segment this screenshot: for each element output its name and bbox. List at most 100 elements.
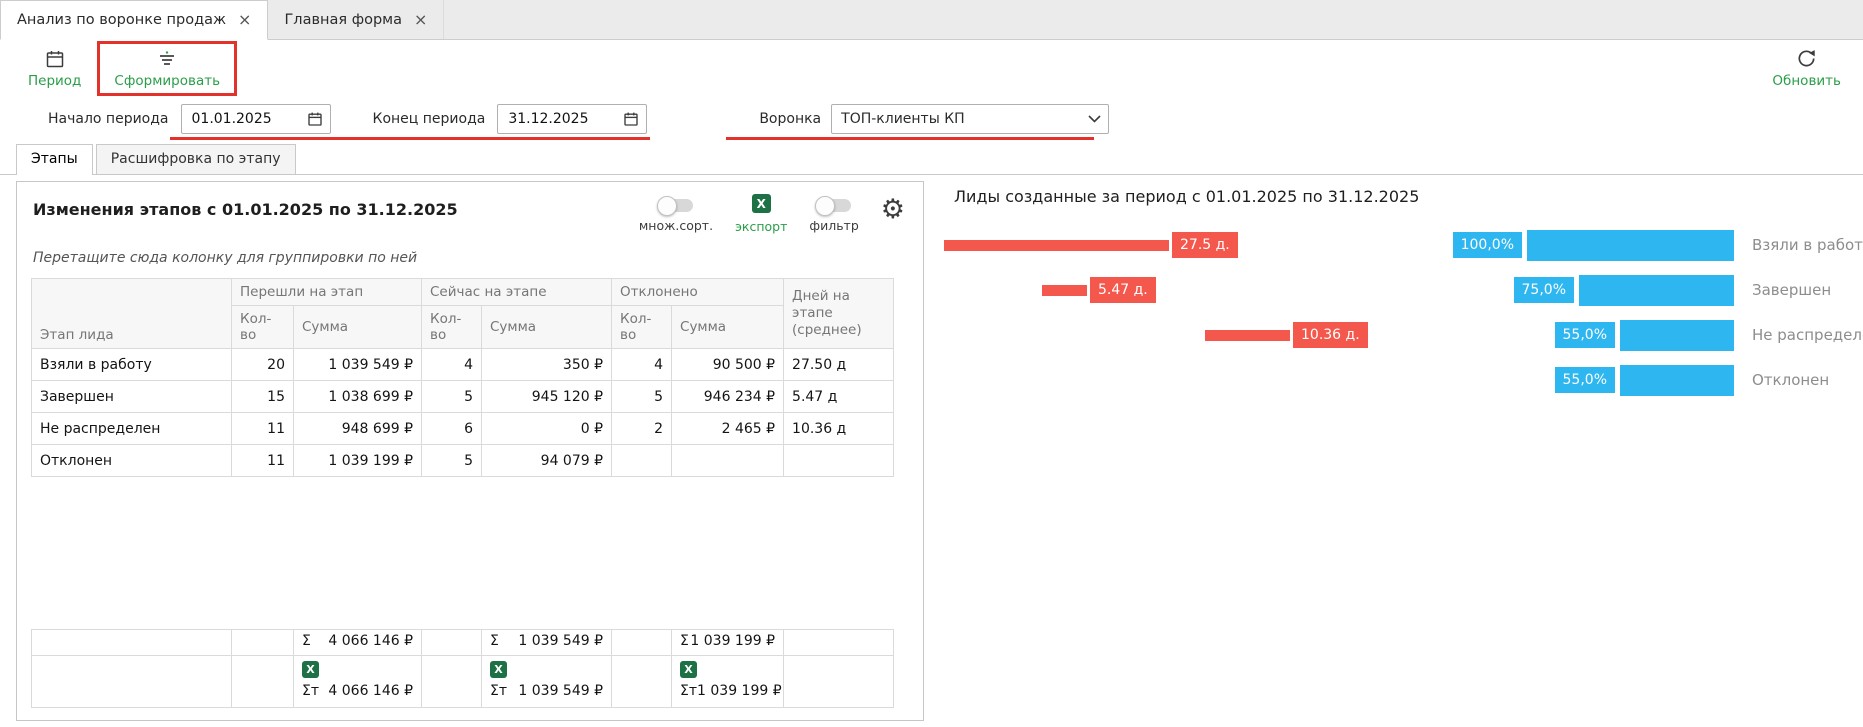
leads-chart: 27.5 д. 100,0% Взяли в работу 5.47 д. 75… — [940, 230, 1860, 396]
column-header-count[interactable]: Кол-во — [232, 306, 294, 349]
category-label: Отклонен — [1752, 365, 1829, 396]
window-tab-label: Главная форма — [284, 12, 402, 28]
table-row[interactable]: Взяли в работу 20 1 039 549 ₽ 4 350 ₽ 4 … — [32, 349, 894, 381]
period-start-field[interactable] — [181, 104, 331, 134]
column-group-moved[interactable]: Перешли на этап — [232, 279, 422, 306]
days-label: 5.47 д. — [1090, 277, 1156, 303]
cell-stage[interactable]: Завершен — [32, 381, 232, 413]
period-button[interactable]: Период — [22, 46, 87, 91]
cell-days[interactable]: 27.50 д — [784, 349, 894, 381]
tab-stages[interactable]: Этапы — [16, 144, 93, 175]
cell-current-sum[interactable]: 350 ₽ — [482, 349, 612, 381]
total-moved-sum: Σ 4 066 146 ₽ — [294, 630, 422, 656]
column-header-count[interactable]: Кол-во — [422, 306, 482, 349]
period-end-input[interactable] — [500, 111, 604, 127]
calendar-picker-icon[interactable] — [623, 111, 639, 127]
column-header-days[interactable]: Дней на этапе (среднее) — [784, 279, 894, 349]
category-label: Завершен — [1752, 275, 1831, 306]
leads-panel: Лиды созданные за период с 01.01.2025 по… — [940, 181, 1860, 410]
cell-moved-sum[interactable]: 1 039 549 ₽ — [294, 349, 422, 381]
cell-current-count[interactable]: 6 — [422, 413, 482, 445]
days-label: 10.36 д. — [1293, 322, 1368, 348]
days-bar — [1205, 330, 1290, 341]
multisort-toggle[interactable]: множ.сорт. — [639, 194, 713, 233]
cell-current-sum[interactable]: 94 079 ₽ — [482, 445, 612, 477]
export-excel-button[interactable]: экспорт — [735, 194, 787, 234]
cell-rejected-sum[interactable]: 90 500 ₽ — [672, 349, 784, 381]
cell-moved-count[interactable]: 20 — [232, 349, 294, 381]
table-row[interactable]: Не распределен 11 948 699 ₽ 6 0 ₽ 2 2 46… — [32, 413, 894, 445]
cell-current-sum[interactable]: 945 120 ₽ — [482, 381, 612, 413]
window-tabbar: Анализ по воронке продаж × Главная форма… — [0, 0, 1863, 40]
funnel-select[interactable]: ТОП-клиенты КП — [831, 104, 1109, 134]
period-end-field[interactable] — [497, 104, 647, 134]
filter-toggle[interactable]: фильтр — [809, 194, 858, 233]
annotation-line-funnel — [726, 137, 1094, 140]
settings-button[interactable] — [881, 194, 905, 223]
export-label: экспорт — [735, 219, 787, 234]
column-header-stage[interactable]: Этап лида — [32, 279, 232, 349]
sigma-total-icon: Σт — [490, 683, 507, 699]
cell-current-count[interactable]: 5 — [422, 381, 482, 413]
category-label: Взяли в работу — [1752, 230, 1863, 261]
report-icon — [157, 48, 177, 70]
column-group-rejected[interactable]: Отклонено — [612, 279, 784, 306]
cell-moved-count[interactable]: 15 — [232, 381, 294, 413]
excel-icon — [302, 661, 319, 678]
column-header-sum[interactable]: Сумма — [294, 306, 422, 349]
cell-current-count[interactable]: 5 — [422, 445, 482, 477]
period-start-input[interactable] — [184, 111, 288, 127]
cell-moved-count[interactable]: 11 — [232, 413, 294, 445]
window-tab-funnel-analysis[interactable]: Анализ по воронке продаж × — [0, 0, 268, 40]
cell-days[interactable]: 10.36 д — [784, 413, 894, 445]
cell-moved-sum[interactable]: 1 039 199 ₽ — [294, 445, 422, 477]
stages-panel: Изменения этапов с 01.01.2025 по 31.12.2… — [16, 181, 924, 721]
total-value: 4 066 146 ₽ — [328, 633, 413, 649]
close-icon[interactable]: × — [414, 12, 427, 28]
close-icon[interactable]: × — [238, 12, 251, 28]
percent-bar — [1527, 230, 1734, 261]
percent-label: 55,0% — [1555, 322, 1615, 348]
cell-rejected-count[interactable]: 2 — [612, 413, 672, 445]
period-start-label: Начало периода — [48, 111, 169, 127]
chart-row: 27.5 д. 100,0% Взяли в работу — [940, 230, 1860, 261]
annotation-line-period — [170, 137, 650, 140]
tab-stage-details[interactable]: Расшифровка по этапу — [96, 144, 296, 174]
table-row[interactable]: Отклонен 11 1 039 199 ₽ 5 94 079 ₽ — [32, 445, 894, 477]
funnel-select-value: ТОП-клиенты КП — [841, 111, 965, 127]
cell-rejected-sum[interactable]: 2 465 ₽ — [672, 413, 784, 445]
cell-stage[interactable]: Взяли в работу — [32, 349, 232, 381]
sigma-icon: Σ — [302, 633, 311, 649]
category-label: Не распределен — [1752, 320, 1863, 351]
column-header-count[interactable]: Кол-во — [612, 306, 672, 349]
cell-moved-count[interactable]: 11 — [232, 445, 294, 477]
total-value: 1 039 199 ₽ — [690, 633, 775, 649]
cell-rejected-count[interactable] — [612, 445, 672, 477]
cell-current-count[interactable]: 4 — [422, 349, 482, 381]
cell-rejected-sum[interactable] — [672, 445, 784, 477]
cell-rejected-sum[interactable]: 946 234 ₽ — [672, 381, 784, 413]
table-row[interactable]: Завершен 15 1 038 699 ₽ 5 945 120 ₽ 5 94… — [32, 381, 894, 413]
days-bar — [944, 240, 1169, 251]
cell-stage[interactable]: Отклонен — [32, 445, 232, 477]
percent-label: 55,0% — [1555, 367, 1615, 393]
cell-stage[interactable]: Не распределен — [32, 413, 232, 445]
cell-rejected-count[interactable]: 5 — [612, 381, 672, 413]
table-empty-area — [17, 477, 923, 629]
grand-total-moved: Σт4 066 146 ₽ — [294, 656, 422, 708]
column-header-sum[interactable]: Сумма — [482, 306, 612, 349]
cell-days[interactable] — [784, 445, 894, 477]
calendar-picker-icon[interactable] — [307, 111, 323, 127]
cell-days[interactable]: 5.47 д — [784, 381, 894, 413]
content-area: Изменения этапов с 01.01.2025 по 31.12.2… — [0, 175, 1863, 727]
cell-rejected-count[interactable]: 4 — [612, 349, 672, 381]
generate-button[interactable]: Сформировать — [108, 46, 226, 91]
column-group-current[interactable]: Сейчас на этапе — [422, 279, 612, 306]
column-header-sum[interactable]: Сумма — [672, 306, 784, 349]
window-tab-main-form[interactable]: Главная форма × — [268, 0, 444, 39]
total-current-sum: Σ1 039 549 ₽ — [482, 630, 612, 656]
refresh-button[interactable]: Обновить — [1766, 46, 1847, 91]
cell-moved-sum[interactable]: 948 699 ₽ — [294, 413, 422, 445]
cell-current-sum[interactable]: 0 ₽ — [482, 413, 612, 445]
cell-moved-sum[interactable]: 1 038 699 ₽ — [294, 381, 422, 413]
